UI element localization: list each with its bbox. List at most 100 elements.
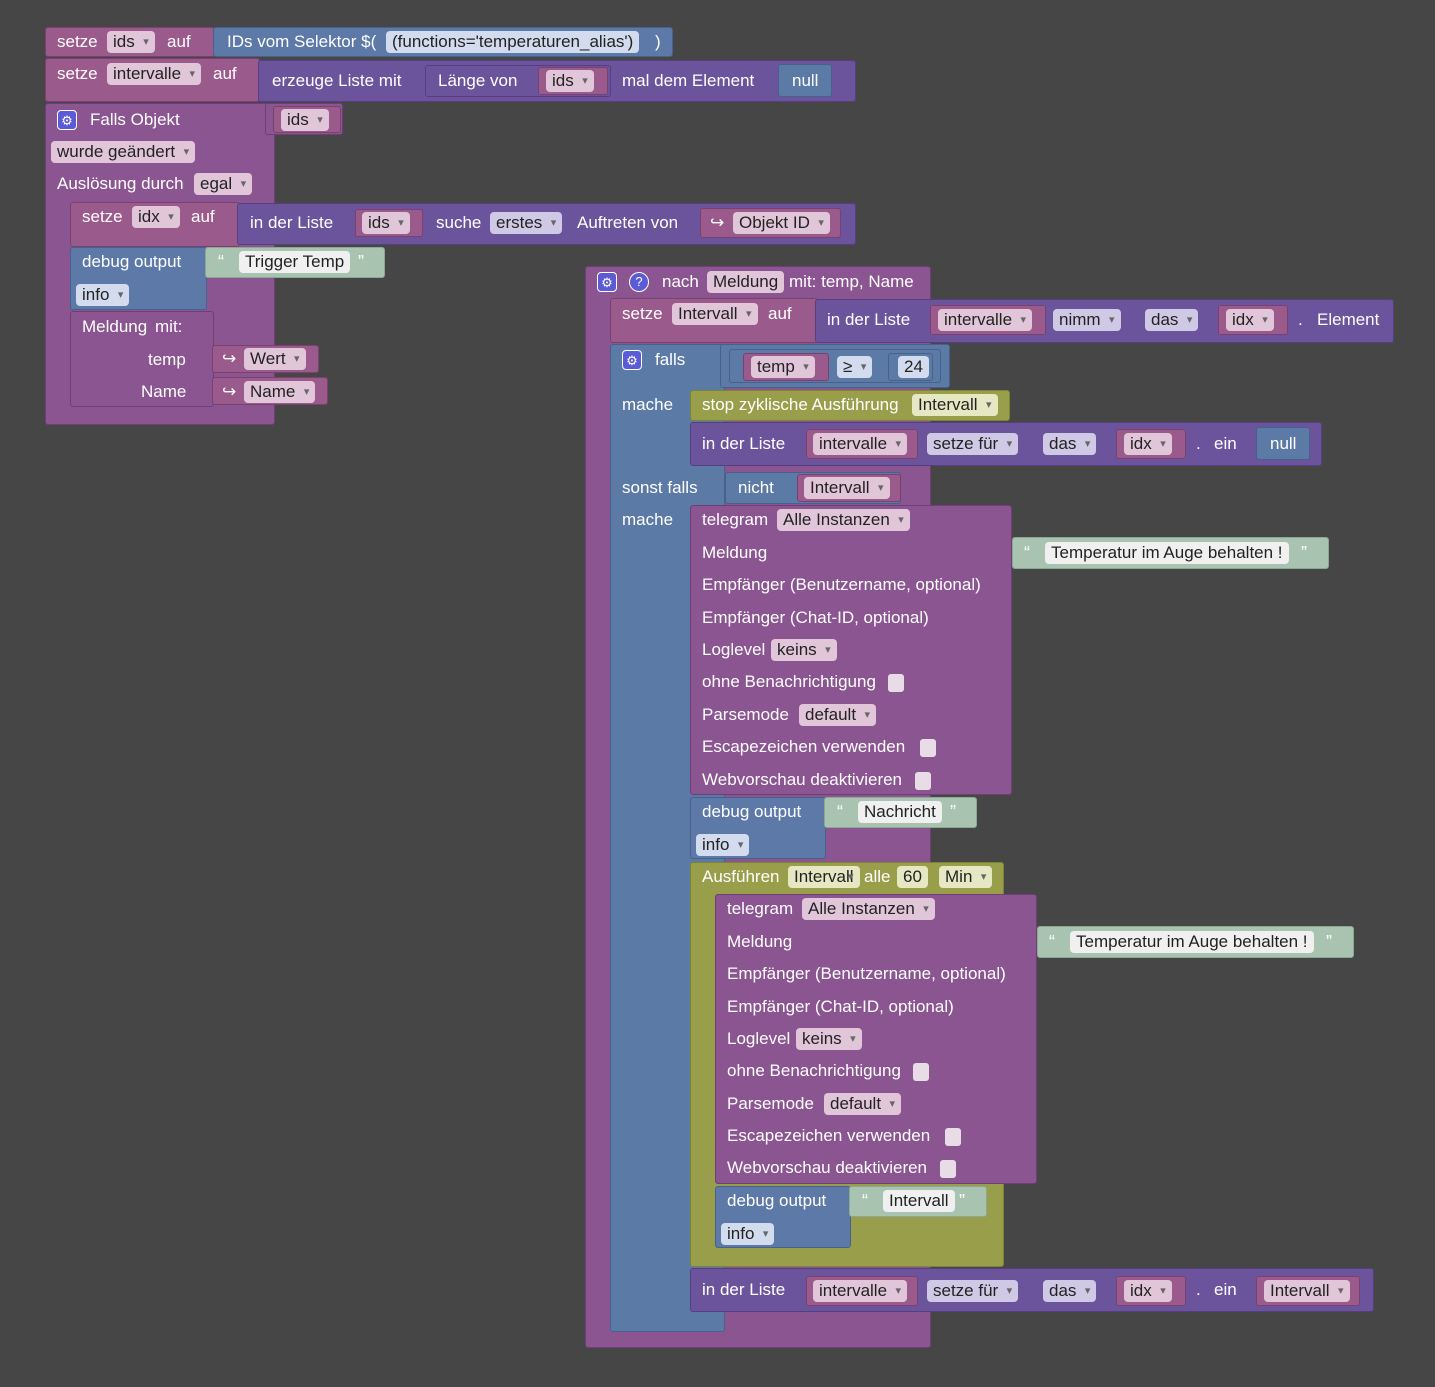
ein-label: ein bbox=[1214, 434, 1237, 453]
idx-var-dropdown[interactable]: idx bbox=[132, 206, 180, 228]
null-label: null bbox=[792, 71, 819, 90]
set-for-dropdown[interactable]: setze für bbox=[927, 433, 1019, 455]
telegram-instance-dropdown[interactable]: Alle Instanzen bbox=[802, 898, 935, 920]
intervalle-var-dropdown[interactable]: intervalle bbox=[107, 63, 202, 85]
tg-meldung-label: Meldung bbox=[727, 932, 793, 951]
in-list-label: in der Liste bbox=[702, 434, 786, 453]
not-var-dropdown[interactable]: Intervall bbox=[804, 477, 890, 499]
tg-text-input[interactable]: Temperatur im Auge behalten ! bbox=[1070, 931, 1314, 953]
obj-id-dropdown[interactable]: Objekt ID bbox=[733, 212, 830, 234]
stop-label: stop zyklische Ausführung bbox=[702, 395, 899, 414]
take-dropdown[interactable]: nimm bbox=[1053, 309, 1121, 331]
das-dropdown[interactable]: das bbox=[1145, 309, 1199, 331]
debug-level-dropdown[interactable]: info bbox=[696, 834, 750, 856]
first-dropdown[interactable]: erstes bbox=[490, 212, 563, 234]
stop-var-dropdown[interactable]: Intervall bbox=[912, 394, 998, 416]
gear-icon[interactable]: ⚙ bbox=[597, 272, 617, 292]
telegram-label: telegram bbox=[702, 510, 769, 529]
trigger-ids-dropdown[interactable]: ids bbox=[281, 109, 329, 131]
unit-dropdown[interactable]: Min bbox=[939, 866, 993, 888]
help-icon[interactable]: ? bbox=[629, 272, 649, 292]
idx-ref-dropdown[interactable]: idx bbox=[1226, 309, 1274, 331]
debug-text-input[interactable]: Intervall bbox=[883, 1190, 955, 1212]
loglevel-label: Loglevel bbox=[702, 640, 766, 659]
escape-label: Escapezeichen verwenden bbox=[727, 1126, 931, 1145]
ein-label: ein bbox=[1214, 1280, 1237, 1299]
telegram-instance-dropdown[interactable]: Alle Instanzen bbox=[777, 509, 910, 531]
idx-ref-dropdown[interactable]: idx bbox=[1124, 1280, 1172, 1302]
webpreview-checkbox[interactable] bbox=[915, 772, 931, 790]
no-notify-checkbox[interactable] bbox=[888, 674, 904, 692]
close-quote-icon: ” bbox=[1301, 543, 1307, 563]
loglevel-dropdown[interactable]: keins bbox=[796, 1028, 862, 1050]
every-input[interactable]: 60 bbox=[897, 866, 928, 888]
function-name-input[interactable]: Meldung bbox=[707, 271, 785, 293]
dot-label: . bbox=[1196, 434, 1201, 453]
debug-text-input[interactable]: Trigger Temp bbox=[239, 251, 351, 273]
parsemode-label: Parsemode bbox=[702, 705, 789, 724]
call-meldung-label: Meldung bbox=[82, 317, 148, 336]
trigger-by-dropdown[interactable]: egal bbox=[194, 173, 253, 195]
escape-checkbox[interactable] bbox=[920, 739, 936, 757]
number-input[interactable]: 24 bbox=[898, 356, 929, 378]
das-dropdown[interactable]: das bbox=[1043, 1280, 1097, 1302]
gear-icon[interactable]: ⚙ bbox=[57, 110, 77, 130]
open-quote-icon: “ bbox=[218, 252, 224, 272]
tg-chat-label: Empfänger (Chat-ID, optional) bbox=[702, 608, 929, 627]
intervall-var-dropdown[interactable]: Intervall bbox=[672, 303, 758, 325]
wert-dropdown[interactable]: Wert bbox=[244, 348, 306, 370]
tg-text-input[interactable]: Temperatur im Auge behalten ! bbox=[1045, 542, 1289, 564]
no-notify-label: ohne Benachrichtigung bbox=[702, 672, 876, 691]
create-list-label: erzeuge Liste mit bbox=[272, 71, 402, 90]
else-if-label: sonst falls bbox=[622, 478, 698, 497]
not-label: nicht bbox=[738, 478, 774, 497]
close-quote-icon: ” bbox=[1326, 932, 1332, 952]
null-label: null bbox=[1270, 434, 1297, 453]
parsemode-dropdown[interactable]: default bbox=[824, 1093, 902, 1115]
loglevel-dropdown[interactable]: keins bbox=[771, 639, 837, 661]
auf-label: auf bbox=[191, 207, 215, 226]
ids-ref-dropdown[interactable]: ids bbox=[546, 70, 594, 92]
function-params-label: mit: temp, Name bbox=[789, 272, 914, 291]
debug-label: debug output bbox=[702, 802, 802, 821]
operator-dropdown[interactable]: ≥ bbox=[837, 356, 873, 378]
run-var-dropdown[interactable]: Intervall bbox=[788, 866, 860, 888]
list-intervalle-dropdown[interactable]: intervalle bbox=[813, 433, 908, 455]
falls-label: falls bbox=[655, 350, 686, 369]
name-dropdown[interactable]: Name bbox=[244, 381, 316, 403]
length-label: Länge von bbox=[438, 71, 518, 90]
selector-close: ) bbox=[655, 32, 661, 51]
changed-dropdown[interactable]: wurde geändert bbox=[51, 141, 196, 163]
webpreview-label: Webvorschau deaktivieren bbox=[727, 1158, 928, 1177]
no-notify-checkbox[interactable] bbox=[913, 1063, 929, 1081]
idx-ref-dropdown[interactable]: idx bbox=[1124, 433, 1172, 455]
mache-label: mache bbox=[622, 395, 674, 414]
list-ids-dropdown[interactable]: ids bbox=[362, 212, 410, 234]
das-dropdown[interactable]: das bbox=[1043, 433, 1097, 455]
open-quote-icon: “ bbox=[1049, 932, 1055, 952]
ids-var-dropdown[interactable]: ids bbox=[107, 31, 155, 53]
setze-label: setze bbox=[82, 207, 123, 226]
return-arrow-icon: ↪ bbox=[222, 349, 237, 368]
escape-checkbox[interactable] bbox=[945, 1128, 961, 1146]
list-intervalle-dropdown[interactable]: intervalle bbox=[813, 1280, 908, 1302]
tg-user-label: Empfänger (Benutzername, optional) bbox=[727, 964, 1006, 983]
auf-label: auf bbox=[213, 64, 237, 83]
debug-text-input[interactable]: Nachricht bbox=[858, 801, 942, 823]
set-value-dropdown[interactable]: Intervall bbox=[1264, 1280, 1350, 1302]
parsemode-dropdown[interactable]: default bbox=[799, 704, 877, 726]
debug-level-dropdown[interactable]: info bbox=[76, 284, 130, 306]
open-quote-icon: “ bbox=[837, 802, 843, 822]
trigger-by-label: Auslösung durch bbox=[57, 174, 184, 193]
selector-label: IDs vom Selektor $( bbox=[227, 32, 377, 51]
webpreview-checkbox[interactable] bbox=[940, 1160, 956, 1178]
selector-input[interactable]: (functions='temperaturen_alias') bbox=[386, 31, 640, 53]
dot-label: . bbox=[1298, 310, 1303, 329]
temp-ref-dropdown[interactable]: temp bbox=[751, 356, 815, 378]
open-quote-icon: “ bbox=[862, 1191, 868, 1211]
set-for-dropdown[interactable]: setze für bbox=[927, 1280, 1019, 1302]
debug-level-dropdown[interactable]: info bbox=[721, 1223, 775, 1245]
list-intervalle-dropdown[interactable]: intervalle bbox=[938, 309, 1033, 331]
auf-label: auf bbox=[167, 32, 191, 51]
gear-icon[interactable]: ⚙ bbox=[622, 350, 642, 370]
